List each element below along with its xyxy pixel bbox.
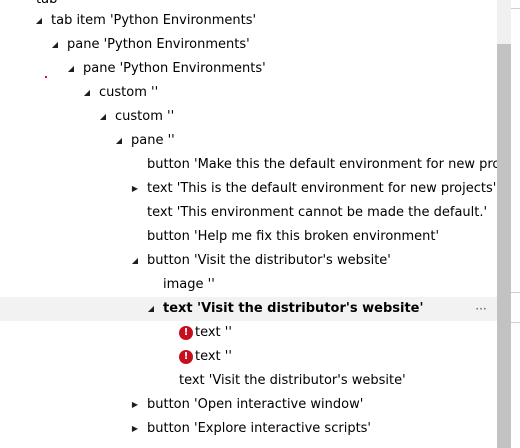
tree-row-label: text 'Visit the distributor's website' [163, 301, 424, 316]
tree-row-tab-item[interactable]: ◢ tab item 'Python Environments' [0, 9, 497, 33]
tree-row-custom[interactable]: ◢ custom '' [0, 105, 497, 129]
tree-row-label: button 'Make this the default environmen… [147, 157, 497, 172]
tree-row-label: text 'Visit the distributor's website' [179, 373, 406, 388]
tree-row-button[interactable]: ▶ button 'Open interactive window' [0, 393, 497, 417]
collapse-arrow-icon[interactable]: ◢ [114, 129, 124, 153]
tree-row-button[interactable]: ◢ button 'Visit the distributor's websit… [0, 249, 497, 273]
tree-row-label: button 'Open interactive window' [147, 397, 364, 412]
tree-row-text-selected[interactable]: ◢ text 'Visit the distributor's website'… [0, 297, 497, 321]
tree-row-text[interactable]: ! text '' [0, 321, 497, 345]
scrollbar-thumb[interactable] [497, 44, 511, 448]
adjacent-panel-edge [511, 0, 520, 448]
collapse-arrow-icon[interactable]: ◢ [50, 33, 60, 57]
tree-row-label: button 'Visit the distributor's website' [147, 253, 391, 268]
error-icon: ! [179, 350, 193, 364]
collapse-arrow-icon[interactable]: ◢ [146, 297, 156, 321]
tree-row-button[interactable]: button 'Make this the default environmen… [0, 153, 497, 177]
tree-row-label: pane 'Python Environments' [67, 37, 250, 52]
tree-row-label: button 'Help me fix this broken environm… [147, 229, 440, 244]
tree-row-label: text '' [195, 349, 232, 364]
collapse-arrow-icon[interactable]: ◢ [82, 81, 92, 105]
tree-row-label: button 'Explore interactive scripts' [147, 421, 372, 436]
element-tree: tab ◢ tab item 'Python Environments' ◢ p… [0, 0, 497, 448]
tree-row-text[interactable]: text 'This environment cannot be made th… [0, 201, 497, 225]
tree-row-button[interactable]: ▶ button 'Explore interactive scripts' [0, 417, 497, 441]
tree-row-label: custom '' [99, 85, 159, 100]
tree-row-label: pane 'Python Environments' [83, 61, 266, 76]
tree-row-label: pane '' [131, 133, 175, 148]
collapse-arrow-icon[interactable]: ◢ [98, 105, 108, 129]
collapse-arrow-icon[interactable]: ◢ [66, 57, 76, 81]
collapse-arrow-icon[interactable]: ◢ [34, 9, 44, 33]
tree-row-text[interactable]: text 'Visit the distributor's website' [0, 369, 497, 393]
panel-divider [511, 8, 520, 9]
tree-row-label: text 'This is the default environment fo… [147, 181, 497, 196]
error-icon: ! [179, 326, 193, 340]
tree-row-text[interactable]: ▶ text 'This is the default environment … [0, 177, 497, 201]
tree-row-text[interactable]: ! text '' [0, 345, 497, 369]
tree-row-custom[interactable]: ◢ custom '' [0, 81, 497, 105]
expand-arrow-icon[interactable]: ▶ [130, 417, 140, 441]
expand-arrow-icon[interactable]: ▶ [130, 393, 140, 417]
tree-row-image[interactable]: image '' [0, 273, 497, 297]
vertical-scrollbar[interactable] [497, 0, 511, 448]
collapse-arrow-icon[interactable]: ◢ [130, 249, 140, 273]
panel-divider [511, 322, 520, 323]
expand-arrow-icon[interactable]: ▶ [130, 177, 140, 201]
tree-row-button[interactable]: button 'Help me fix this broken environm… [0, 225, 497, 249]
tree-row-label: text '' [195, 325, 232, 340]
tree-row-pane[interactable]: ◢ pane 'Python Environments' [0, 57, 497, 81]
tree-row-label: image '' [163, 277, 215, 292]
tree-row-pane[interactable]: ◢ pane '' [0, 129, 497, 153]
tree-row-label: tab item 'Python Environments' [51, 13, 257, 28]
more-actions-icon[interactable]: ··· [473, 297, 489, 321]
tree-row-label: text 'This environment cannot be made th… [147, 205, 488, 220]
panel-divider [511, 292, 520, 293]
tree-row-pane[interactable]: ◢ pane 'Python Environments' [0, 33, 497, 57]
tree-row-label: custom '' [115, 109, 175, 124]
